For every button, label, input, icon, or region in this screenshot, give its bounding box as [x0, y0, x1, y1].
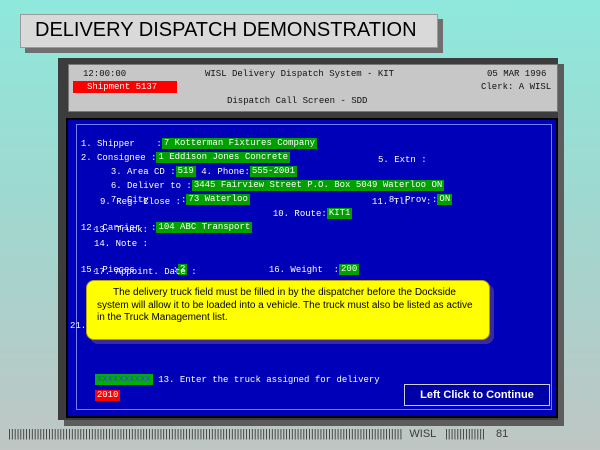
system-title: WISL Delivery Dispatch System - KIT — [205, 69, 395, 79]
tlr-label: 11. Tlr : — [372, 197, 432, 207]
carrier-row: 12. Carrier :104 ABC Transport — [70, 210, 253, 233]
row21-label: 21. — [70, 321, 87, 331]
prov-row: 8. Prov : ON — [378, 182, 453, 205]
route-row: 10. Route: KIT1 — [262, 196, 353, 219]
prov-field[interactable]: ON — [437, 194, 453, 205]
note-label: 14. Note : — [94, 239, 149, 249]
prompt-row: xxxxxxxxxx 13. Enter the truck assigned … — [84, 362, 380, 385]
clerk-label: Clerk: A WISL — [481, 82, 552, 92]
header-date: 05 MAR 1996 — [487, 69, 547, 79]
area-phone-row: 3. Area CD :519 4. Phone: 555-2001 — [100, 154, 298, 177]
weight-field[interactable]: 200 — [339, 264, 360, 275]
weight-row: 16. Weight :200 — [258, 252, 360, 275]
header-time: 12:00:00 — [83, 69, 127, 79]
weight-label: 16. Weight : — [268, 265, 340, 275]
city-row: 7. City :73 Waterloo — [100, 182, 250, 205]
carrier-field[interactable]: 104 ABC Transport — [156, 222, 253, 233]
prompt-text: 13. Enter the truck assigned for deliver… — [158, 375, 380, 385]
footer-brand: WISL — [409, 428, 436, 440]
callout-text: The delivery truck field must be filled … — [97, 287, 473, 323]
route-field[interactable]: KIT1 — [326, 208, 353, 219]
truck-label: 13. Truck: — [94, 225, 149, 235]
city-field[interactable]: 73 Waterloo — [186, 194, 250, 205]
screen-name: Dispatch Call Screen - SDD — [227, 96, 368, 106]
consignee-row: 2. Consignee :1 Eddison Jones Concrete — [70, 140, 291, 163]
appoint-label: 17. Appoint. Date : — [94, 267, 197, 277]
terminal-header: 12:00:00 WISL Delivery Dispatch System -… — [68, 64, 558, 112]
continue-button[interactable]: Left Click to Continue — [404, 384, 550, 406]
extn-label: 5. Extn : — [378, 155, 427, 165]
shipper-row: 1. Shipper :7 Kotterman Fixtures Company — [70, 126, 318, 149]
shipment-badge: Shipment 5137 — [73, 81, 177, 93]
footer-bars-left: ||||||||||||||||||||||||||||||||||||||||… — [8, 428, 403, 440]
slide-title: DELIVERY DISPATCH DEMONSTRATION — [20, 14, 438, 48]
regclose-label: 9. Reg. Close : — [100, 197, 182, 207]
footer-bars-right: |||||||||||||| — [444, 428, 485, 440]
deliver-row: 6. Deliver to :3445 Fairview Street P.O.… — [100, 168, 445, 191]
slide-footer: ||||||||||||||||||||||||||||||||||||||||… — [8, 428, 592, 444]
truck-entry-field[interactable]: 2010 — [94, 390, 121, 401]
truck-entry-row: 2010 — [84, 378, 121, 401]
pieces-row: 15. Pieces :2 — [70, 252, 188, 275]
page-number: 81 — [496, 428, 509, 440]
route-label: 10. Route: — [272, 209, 327, 219]
instruction-callout: The delivery truck field must be filled … — [86, 280, 490, 340]
